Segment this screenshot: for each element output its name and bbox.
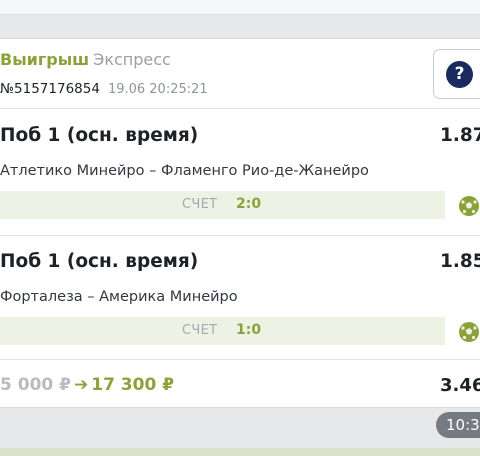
bet-item-1[interactable]: Поб 1 (осн. время) 1.87 Атлетико Минейро… bbox=[0, 111, 480, 229]
bet-market: Поб 1 (осн. время) bbox=[0, 125, 199, 146]
time-badge: 10:3 bbox=[436, 412, 480, 438]
top-bar bbox=[0, 0, 480, 15]
bet-item-2[interactable]: Поб 1 (осн. время) 1.85 Форталеза – Амер… bbox=[0, 237, 480, 355]
bet-header: Выигрыш Экспресс №5157176854 19.06 20:25:2… bbox=[0, 39, 480, 107]
bet-status: Выигрыш bbox=[0, 50, 90, 69]
score-bar: СЧЕТ 2:0 bbox=[0, 191, 445, 219]
divider bbox=[0, 108, 480, 109]
help-button[interactable]: ? bbox=[433, 49, 480, 99]
bet-teams: Форталеза – Америка Минейро bbox=[0, 289, 238, 305]
score-value: 2:0 bbox=[236, 196, 262, 212]
stake-amount: 5 000 ₽ bbox=[0, 375, 71, 395]
ticket-datetime: 19.06 20:25:21 bbox=[107, 82, 208, 97]
arrow-right-icon: ➔ bbox=[73, 375, 89, 395]
bet-odds: 1.87 bbox=[440, 125, 480, 146]
bet-title: Выигрыш Экспресс bbox=[0, 50, 171, 69]
soccer-ball-icon bbox=[459, 322, 479, 342]
ticket-number: №5157176854 bbox=[0, 81, 100, 97]
payout-amount: 17 300 ₽ bbox=[91, 375, 175, 395]
bet-market: Поб 1 (осн. время) bbox=[0, 251, 199, 272]
bet-type: Экспресс bbox=[93, 50, 171, 69]
soccer-ball-icon bbox=[459, 196, 479, 216]
bet-odds: 1.85 bbox=[440, 251, 480, 272]
score-value: 1:0 bbox=[236, 322, 262, 338]
bet-summary: 5 000 ₽ ➔ 17 300 ₽ 3.46 bbox=[0, 360, 480, 406]
score-label: СЧЕТ bbox=[182, 323, 218, 338]
score-label: СЧЕТ bbox=[182, 197, 218, 212]
ticket-info: №5157176854 19.06 20:25:21 bbox=[0, 81, 208, 97]
bottom-strip bbox=[0, 448, 480, 456]
total-odds: 3.46 bbox=[440, 375, 480, 396]
bet-teams: Атлетико Минейро – Фламенго Рио-де-Жаней… bbox=[0, 163, 369, 179]
question-circle-icon: ? bbox=[446, 61, 473, 88]
score-bar: СЧЕТ 1:0 bbox=[0, 317, 445, 345]
stake-payout: 5 000 ₽ ➔ 17 300 ₽ bbox=[0, 375, 174, 395]
divider bbox=[0, 235, 480, 236]
bet-card: Выигрыш Экспресс №5157176854 19.06 20:25:2… bbox=[0, 38, 480, 408]
